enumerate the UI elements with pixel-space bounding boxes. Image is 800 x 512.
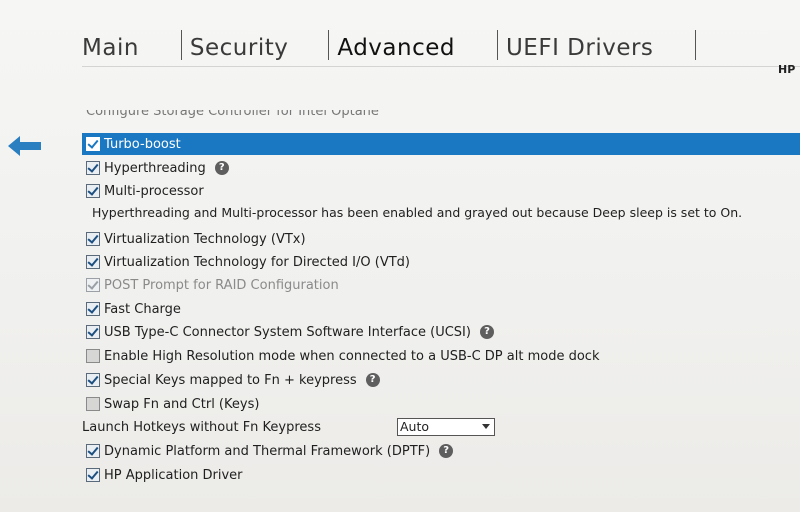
tab-bar-underline — [82, 66, 800, 67]
high-res-checkbox[interactable] — [86, 349, 100, 363]
special-keys-label: Special Keys mapped to Fn + keypress — [104, 372, 357, 388]
dptf-label: Dynamic Platform and Thermal Framework (… — [104, 443, 431, 459]
raid-post-checkbox — [86, 278, 100, 292]
special-keys-checkbox[interactable] — [86, 373, 100, 387]
multi-processor-checkbox[interactable] — [86, 184, 100, 198]
multi-processor-label: Multi-processor — [104, 183, 204, 199]
raid-post-label: POST Prompt for RAID Configuration — [104, 277, 339, 293]
ucsi-checkbox[interactable] — [86, 325, 100, 339]
turbo-boost-checkbox[interactable] — [86, 137, 100, 151]
fast-charge-checkbox[interactable] — [86, 302, 100, 316]
dptf-checkbox[interactable] — [86, 444, 100, 458]
vtx-label: Virtualization Technology (VTx) — [104, 231, 306, 247]
hp-app-driver-checkbox[interactable] — [86, 468, 100, 482]
tab-main[interactable]: Main — [82, 32, 149, 64]
setting-dptf[interactable]: Dynamic Platform and Thermal Framework (… — [82, 440, 800, 462]
setting-ucsi[interactable]: USB Type-C Connector System Software Int… — [82, 321, 800, 343]
tab-advanced[interactable]: Advanced — [329, 32, 465, 64]
setting-raid-post-prompt: POST Prompt for RAID Configuration — [82, 274, 800, 296]
setting-high-resolution-mode[interactable]: Enable High Resolution mode when connect… — [82, 345, 800, 367]
hp-header-label: HP — [778, 63, 796, 76]
setting-multi-processor[interactable]: Multi-processor — [82, 180, 800, 202]
swap-fn-checkbox[interactable] — [86, 397, 100, 411]
tab-security[interactable]: Security — [182, 32, 298, 64]
ucsi-label: USB Type-C Connector System Software Int… — [104, 324, 471, 340]
hp-app-driver-label: HP Application Driver — [104, 467, 243, 483]
launch-hotkeys-dropdown[interactable]: Auto — [397, 418, 495, 436]
hyperthreading-checkbox[interactable] — [86, 161, 100, 175]
vtd-label: Virtualization Technology for Directed I… — [104, 254, 410, 270]
setting-fast-charge[interactable]: Fast Charge — [82, 298, 800, 320]
swap-fn-label: Swap Fn and Ctrl (Keys) — [104, 396, 260, 412]
launch-hotkeys-label: Launch Hotkeys without Fn Keypress — [82, 420, 321, 435]
setting-vtx[interactable]: Virtualization Technology (VTx) — [82, 228, 800, 250]
back-arrow-icon[interactable] — [8, 135, 42, 157]
vtx-checkbox[interactable] — [86, 232, 100, 246]
help-icon[interactable]: ? — [214, 161, 229, 175]
tab-uefi-drivers[interactable]: UEFI Drivers — [498, 32, 663, 64]
hyperthreading-label: Hyperthreading — [104, 160, 206, 176]
fast-charge-label: Fast Charge — [104, 301, 181, 317]
tab-bar: Main Security Advanced UEFI Drivers — [82, 24, 697, 64]
setting-swap-fn-ctrl[interactable]: Swap Fn and Ctrl (Keys) — [82, 393, 800, 415]
tab-divider — [695, 30, 697, 60]
launch-hotkeys-value: Auto — [400, 419, 430, 434]
vtd-checkbox[interactable] — [86, 255, 100, 269]
high-res-label: Enable High Resolution mode when connect… — [104, 348, 600, 364]
setting-vtd[interactable]: Virtualization Technology for Directed I… — [82, 251, 800, 273]
partial-row-label: Configure Storage Controller for Intel O… — [86, 110, 379, 119]
help-icon[interactable]: ? — [479, 325, 494, 339]
deep-sleep-info-note: Hyperthreading and Multi-processor has b… — [92, 205, 743, 220]
turbo-boost-label: Turbo-boost — [104, 136, 181, 152]
setting-hp-application-driver[interactable]: HP Application Driver — [82, 464, 800, 486]
help-icon[interactable]: ? — [365, 373, 380, 387]
setting-special-keys[interactable]: Special Keys mapped to Fn + keypress ? — [82, 369, 800, 391]
partially-scrolled-row: Configure Storage Controller for Intel O… — [86, 110, 379, 122]
setting-hyperthreading[interactable]: Hyperthreading ? — [82, 157, 800, 179]
help-icon[interactable]: ? — [439, 444, 454, 458]
setting-turbo-boost[interactable]: Turbo-boost — [82, 133, 800, 155]
chevron-down-icon — [482, 424, 490, 429]
bios-setup-screen: Main Security Advanced UEFI Drivers HP C… — [0, 0, 800, 512]
